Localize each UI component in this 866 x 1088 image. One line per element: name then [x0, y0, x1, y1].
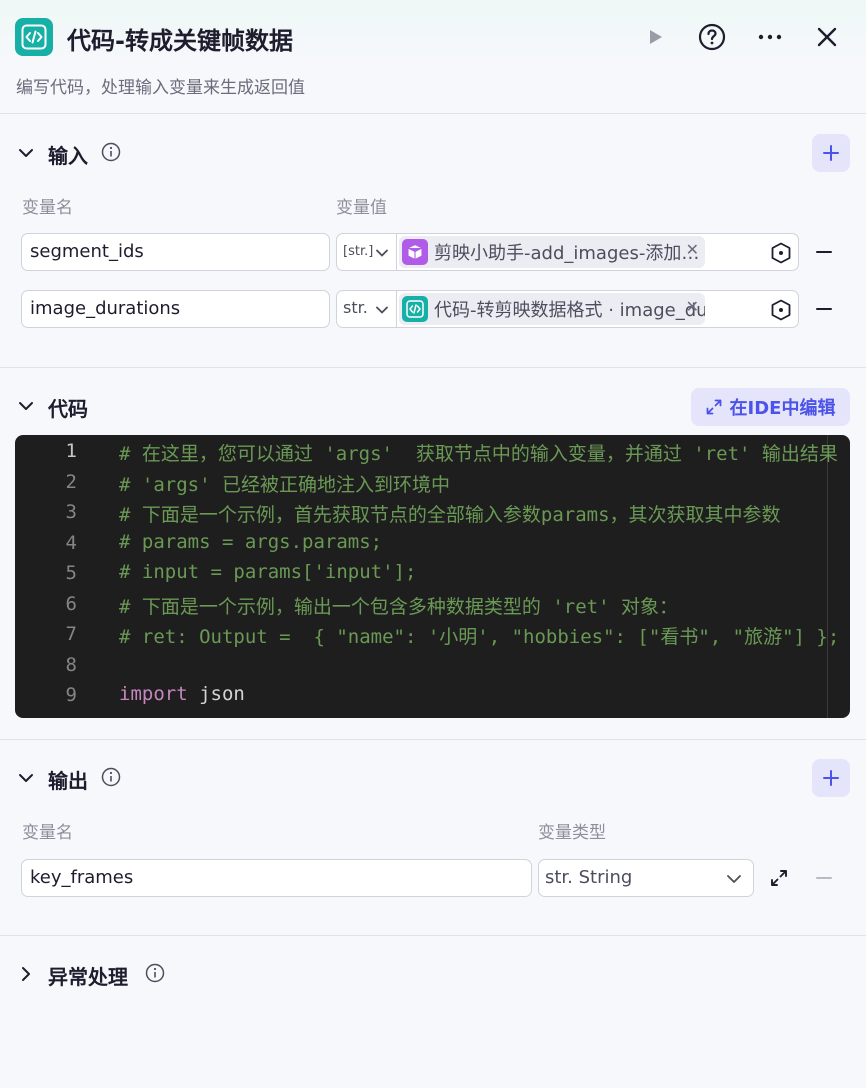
code-line[interactable]: 1 # 在这里，您可以通过 'args' 获取节点中的输入变量，并通过 'ret… — [15, 435, 850, 465]
expand-icon — [706, 399, 721, 415]
output-col-name: 变量名 — [22, 823, 73, 843]
code-text: # input = params['input']; — [119, 561, 417, 583]
code-line[interactable]: 8 — [15, 649, 850, 679]
output-type-label: str. String — [545, 867, 633, 888]
run-icon[interactable] — [638, 20, 672, 54]
node-title[interactable]: 代码-转成关键帧数据 — [67, 21, 293, 56]
code-editor[interactable]: 1 # 在这里，您可以通过 'args' 获取节点中的输入变量，并通过 'ret… — [15, 435, 850, 718]
exception-section-title: 异常处理 — [48, 965, 128, 989]
collapse-input-icon[interactable] — [17, 144, 35, 162]
line-number: 7 — [65, 623, 77, 645]
output-var-name-field[interactable]: key_frames — [21, 859, 532, 897]
output-col-type: 变量类型 — [538, 823, 606, 843]
reference-label: 剪映小助手-add_images-添加… — [434, 243, 700, 264]
keyword-import: import — [119, 683, 188, 705]
code-line[interactable]: 2 # 'args' 已经被正确地注入到环境中 — [15, 466, 850, 496]
output-type-select[interactable]: str. String — [538, 859, 754, 897]
variable-reference-tag[interactable]: 剪映小助手-add_images-添加… - ✕ — [399, 236, 705, 268]
reference-label: 代码-转剪映数据格式 · image_du… — [434, 300, 705, 321]
code-line[interactable]: 5 # input = params['input']; — [15, 557, 850, 587]
code-node-icon — [15, 18, 53, 56]
more-icon[interactable] — [753, 20, 787, 54]
code-line[interactable]: 7 # ret: Output = { "name": '小明', "hobbi… — [15, 618, 850, 648]
section-divider — [0, 367, 866, 368]
code-line[interactable]: 9 import json — [15, 679, 850, 709]
type-label: str. — [343, 298, 368, 317]
line-number: 6 — [65, 593, 77, 615]
code-text: # ret: Output = { "name": '小明', "hobbies… — [119, 626, 840, 648]
code-text: # 在这里，您可以通过 'args' 获取节点中的输入变量，并通过 'ret' … — [119, 443, 838, 465]
edit-in-ide-label: 在IDE中编辑 — [729, 398, 836, 419]
remove-input-row-button[interactable] — [812, 240, 836, 264]
expand-output-icon[interactable] — [767, 866, 791, 890]
variable-picker-icon[interactable] — [770, 299, 792, 321]
code-text: import json — [119, 683, 245, 705]
edit-in-ide-button[interactable]: 在IDE中编辑 — [691, 388, 850, 426]
expand-exception-icon[interactable] — [17, 965, 35, 983]
variable-reference-tag[interactable]: 代码-转剪映数据格式 · image_du… ✕ — [399, 293, 705, 325]
add-input-button[interactable] — [812, 134, 850, 172]
line-number: 1 — [65, 440, 77, 462]
line-number: 3 — [65, 501, 77, 523]
input-var-value-field[interactable]: [str.] 剪映小助手-add_images-添加… - ✕ — [336, 233, 799, 271]
line-number: 5 — [65, 562, 77, 584]
node-header: 代码-转成关键帧数据 编写代码，处理输入变量来生成返回值 — [0, 0, 866, 114]
line-number: 9 — [65, 684, 77, 706]
line-number: 4 — [65, 532, 77, 554]
chevron-down-icon — [727, 875, 741, 883]
line-number: 8 — [65, 654, 77, 676]
remove-output-row-button — [812, 866, 836, 890]
input-var-name-field[interactable]: segment_ids — [21, 233, 330, 271]
code-line[interactable]: 3 # 下面是一个示例，首先获取节点的全部输入参数params，其次获取其中参数 — [15, 496, 850, 526]
code-text: # 'args' 已经被正确地注入到环境中 — [119, 474, 450, 496]
info-icon[interactable] — [145, 963, 165, 983]
variable-picker-icon[interactable] — [770, 242, 792, 264]
input-col-name: 变量名 — [22, 198, 73, 218]
plugin-cube-icon — [402, 239, 428, 265]
type-label: [str.] — [343, 244, 374, 259]
collapse-output-icon[interactable] — [17, 769, 35, 787]
input-section-title: 输入 — [48, 144, 88, 168]
code-text: # 下面是一个示例，首先获取节点的全部输入参数params，其次获取其中参数 — [119, 504, 781, 526]
add-output-button[interactable] — [812, 759, 850, 797]
section-divider — [0, 935, 866, 936]
type-select[interactable]: str. — [337, 291, 397, 327]
input-var-name-field[interactable]: image_durations — [21, 290, 330, 328]
remove-input-row-button[interactable] — [812, 297, 836, 321]
section-divider — [0, 739, 866, 740]
code-text: # 下面是一个示例，输出一个包含多种数据类型的 'ret' 对象： — [119, 596, 678, 618]
code-section-title: 代码 — [48, 397, 88, 421]
remove-reference-icon[interactable]: ✕ — [686, 240, 699, 259]
chevron-down-icon — [376, 306, 388, 314]
close-icon[interactable] — [810, 20, 844, 54]
help-icon[interactable] — [695, 20, 729, 54]
type-select[interactable]: [str.] — [337, 234, 397, 270]
code-line[interactable]: 4 # params = args.params; — [15, 527, 850, 557]
output-section-title: 输出 — [48, 769, 88, 793]
node-description[interactable]: 编写代码，处理输入变量来生成返回值 — [16, 73, 305, 98]
info-icon[interactable] — [101, 767, 121, 787]
module-name: json — [187, 683, 245, 705]
info-icon[interactable] — [101, 142, 121, 162]
chevron-down-icon — [376, 249, 388, 257]
code-line[interactable]: 6 # 下面是一个示例，输出一个包含多种数据类型的 'ret' 对象： — [15, 588, 850, 618]
input-col-value: 变量值 — [336, 198, 387, 218]
code-text: # params = args.params; — [119, 531, 383, 553]
input-var-value-field[interactable]: str. 代码-转剪映数据格式 · image_du… ✕ — [336, 290, 799, 328]
code-node-icon — [402, 296, 428, 322]
remove-reference-icon[interactable]: ✕ — [686, 297, 699, 316]
line-number: 2 — [65, 471, 77, 493]
collapse-code-icon[interactable] — [17, 397, 35, 415]
